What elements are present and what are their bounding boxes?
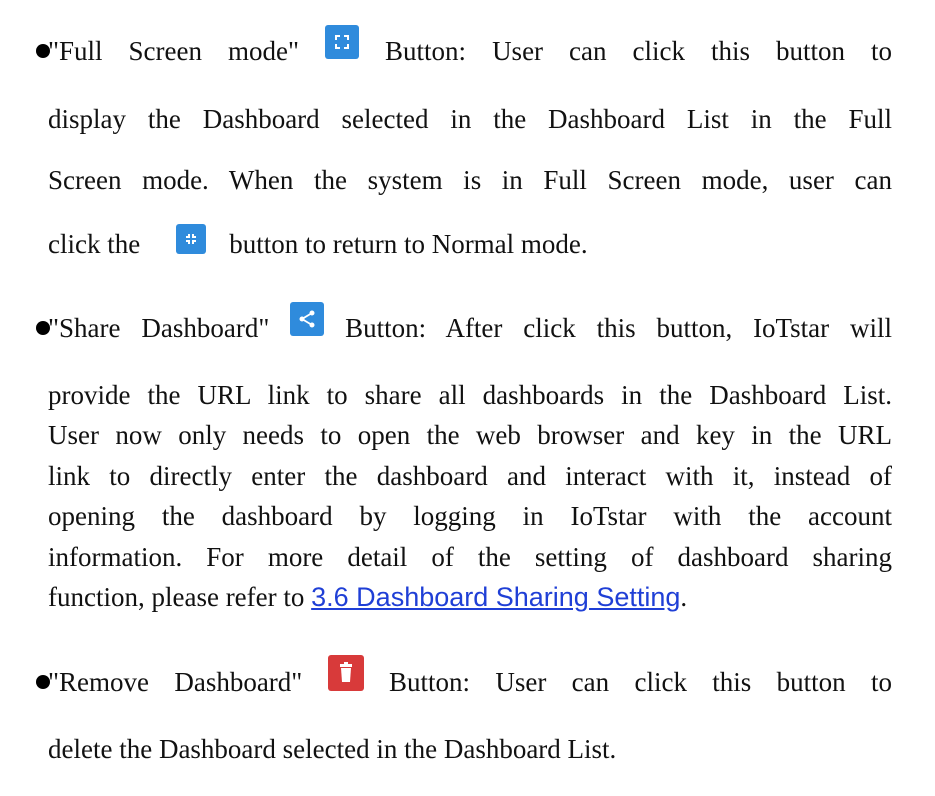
share-icon (290, 301, 325, 336)
text-line: "Share Dashboard" Button: After click th… (48, 301, 892, 346)
text-line: opening the dashboard by logging in IoTs… (48, 501, 892, 531)
button-name-full-screen: "Full Screen mode" (48, 36, 300, 66)
text-line: display the Dashboard selected in the Da… (48, 104, 892, 134)
text-line: delete the Dashboard selected in the Das… (48, 734, 617, 764)
text-line: User now only needs to open the web brow… (48, 420, 892, 450)
document-page: "Full Screen mode" Button: User can clic… (0, 0, 935, 796)
text-line: provide the URL link to share all dashbo… (48, 380, 892, 410)
text-line: "Full Screen mode" Button: User can clic… (48, 24, 892, 69)
text-line: link to directly enter the dashboard and… (48, 461, 892, 491)
text-line: click the button to return to Normal mod… (48, 223, 588, 262)
text-line: function, please refer to 3.6 Dashboard … (48, 582, 688, 612)
exit-fullscreen-icon (175, 223, 206, 254)
trash-icon (327, 654, 364, 691)
button-name-remove-dashboard: "Remove Dashboard" (48, 667, 303, 697)
text-line: "Remove Dashboard" Button: User can clic… (48, 654, 892, 700)
button-name-share-dashboard: "Share Dashboard" (48, 313, 270, 343)
dashboard-sharing-setting-link[interactable]: 3.6 Dashboard Sharing Setting (311, 582, 680, 612)
text-line: Screen mode. When the system is in Full … (48, 165, 892, 195)
fullscreen-icon (325, 24, 360, 59)
text-line: information. For more detail of the sett… (48, 542, 892, 572)
